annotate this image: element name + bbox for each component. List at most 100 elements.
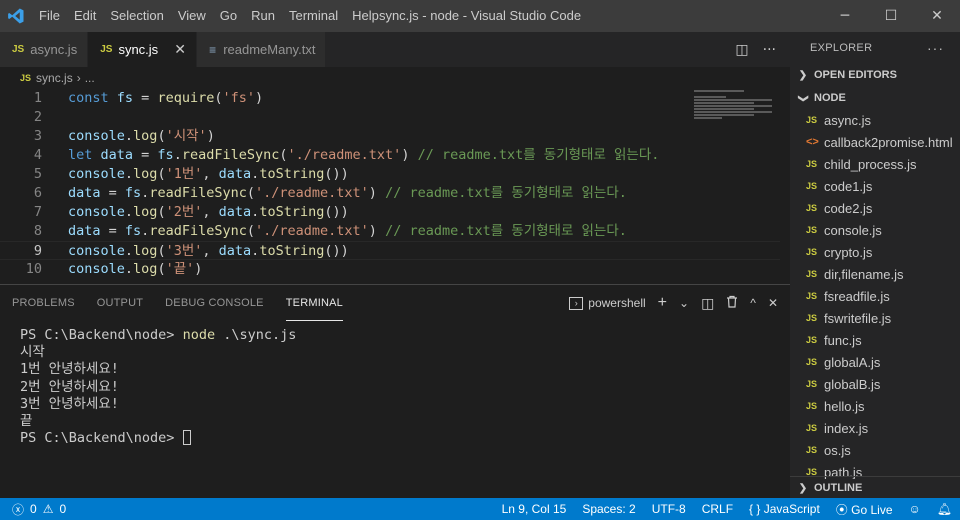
code-token: '끝' — [165, 261, 195, 277]
terminal-cursor — [182, 430, 191, 446]
file-item[interactable]: JS crypto.js — [790, 241, 960, 263]
file-item[interactable]: JS console.js — [790, 219, 960, 241]
file-item[interactable]: JS code1.js — [790, 175, 960, 197]
js-file-icon: JS — [806, 335, 818, 345]
menu-file[interactable]: File — [32, 0, 67, 32]
js-file-icon: JS — [806, 313, 818, 323]
minimap[interactable] — [694, 90, 776, 130]
file-name: func.js — [824, 332, 862, 348]
terminal-line: 2번 안녕하세요! — [20, 378, 119, 395]
code-editor[interactable]: 1 const fs = require('fs') 2 3 console.log('… — [0, 89, 790, 284]
line-number: 4 — [33, 147, 42, 163]
file-item[interactable]: JS globalA.js — [790, 351, 960, 373]
file-item[interactable]: <> callback2promise.html — [790, 131, 960, 153]
code-token: ) — [206, 128, 215, 144]
menu-run[interactable]: Run — [244, 0, 282, 32]
cursor-position[interactable]: Ln 9, Col 15 — [502, 502, 567, 516]
end-of-line[interactable]: CRLF — [702, 502, 733, 516]
code-token: = — [133, 90, 158, 106]
code-token: log — [133, 243, 158, 259]
code-line: 4 let data = fs.readFileSync('./readme.tx… — [0, 146, 780, 165]
terminal-selector[interactable]: › powershell — [569, 296, 646, 310]
js-file-icon: JS — [806, 203, 818, 213]
code-token: = — [133, 147, 158, 163]
file-item[interactable]: JS dir,filename.js — [790, 263, 960, 285]
terminal-output[interactable]: PS C:\Backend\node> node .\sync.js 시작 1번… — [20, 327, 296, 447]
menu-go[interactable]: Go — [213, 0, 244, 32]
js-file-icon: JS — [806, 269, 818, 279]
error-count: 0 — [30, 502, 37, 516]
code-token: data — [218, 166, 252, 182]
file-item[interactable]: JS fswritefile.js — [790, 307, 960, 329]
trash-icon[interactable] — [726, 295, 738, 311]
tab-async-js[interactable]: JS async.js — [0, 32, 89, 67]
file-item[interactable]: JS globalB.js — [790, 373, 960, 395]
line-number: 5 — [33, 166, 42, 182]
code-token: ()) — [324, 243, 349, 259]
line-number: 8 — [33, 223, 42, 239]
open-editors-section[interactable]: ❯ OPEN EDITORS — [790, 64, 960, 86]
bell-icon[interactable]: 🔔︎ — [937, 502, 952, 516]
tab-problems[interactable]: PROBLEMS — [12, 285, 75, 321]
menu-view[interactable]: View — [171, 0, 213, 32]
file-item[interactable]: JS child_process.js — [790, 153, 960, 175]
file-item[interactable]: JS os.js — [790, 439, 960, 461]
indentation[interactable]: Spaces: 2 — [582, 502, 635, 516]
code-token: , — [202, 243, 219, 259]
code-token: . — [124, 261, 134, 277]
feedback-icon[interactable]: ☺ — [909, 502, 921, 516]
code-token: ( — [279, 147, 288, 163]
file-item[interactable]: JS code2.js — [790, 197, 960, 219]
code-token: console — [68, 261, 125, 277]
code-token: '1번' — [165, 166, 203, 182]
line-source: data = fs.readFileSync('./readme.txt') /… — [68, 184, 627, 203]
tab-label: sync.js — [118, 42, 159, 57]
vscode-logo-icon — [0, 0, 32, 32]
chevron-down-icon[interactable]: ⌄ — [679, 296, 689, 310]
go-live-button[interactable]: ⦿ Go Live — [836, 501, 893, 518]
line-number: 1 — [33, 90, 42, 106]
add-terminal-icon[interactable]: + — [658, 294, 667, 312]
terminal-line: 1번 안녕하세요! — [20, 361, 119, 378]
tab-terminal[interactable]: TERMINAL — [285, 285, 343, 321]
close-panel-icon[interactable]: ✕ — [768, 296, 778, 310]
js-file-icon: JS — [806, 181, 818, 191]
menu-help[interactable]: Help — [345, 0, 386, 32]
file-item[interactable]: JS index.js — [790, 417, 960, 439]
split-editor-icon[interactable]: ◫ — [735, 42, 748, 58]
tab-debug-console[interactable]: DEBUG CONSOLE — [165, 285, 264, 321]
language-mode[interactable]: { } JavaScript — [749, 502, 820, 516]
problems-indicator[interactable]: ⓧ 0 ⚠ 0 — [0, 501, 66, 518]
section-label: OUTLINE — [814, 482, 863, 494]
tab-readmemany-txt[interactable]: ≡ readmeMany.txt — [197, 32, 327, 67]
code-token: ()) — [324, 166, 349, 182]
tab-output[interactable]: OUTPUT — [97, 285, 143, 321]
folder-section[interactable]: ❯ NODE — [790, 87, 960, 109]
more-actions-icon[interactable]: ··· — [927, 40, 944, 56]
outline-section[interactable]: ❯ OUTLINE — [790, 477, 960, 499]
file-item[interactable]: JS async.js — [790, 109, 960, 131]
file-item[interactable]: JS func.js — [790, 329, 960, 351]
menu-terminal[interactable]: Terminal — [282, 0, 345, 32]
maximize-panel-icon[interactable]: ^ — [750, 296, 756, 310]
breadcrumb-file[interactable]: sync.js — [36, 71, 73, 85]
encoding[interactable]: UTF-8 — [652, 502, 686, 516]
menu-selection[interactable]: Selection — [103, 0, 170, 32]
code-token: log — [133, 204, 158, 220]
menu-edit[interactable]: Edit — [67, 0, 103, 32]
minimize-button[interactable]: ─ — [822, 0, 868, 32]
file-item[interactable]: JS fsreadfile.js — [790, 285, 960, 307]
code-token: ( — [157, 261, 166, 277]
more-actions-icon[interactable]: ··· — [763, 42, 776, 58]
close-tab-icon[interactable]: ✕ — [172, 41, 188, 58]
maximize-button[interactable]: ☐ — [868, 0, 914, 32]
terminal-line: 시작 — [20, 344, 45, 361]
split-terminal-icon[interactable]: ◫ — [701, 295, 714, 312]
close-window-button[interactable]: ✕ — [914, 0, 960, 32]
file-item[interactable]: JS hello.js — [790, 395, 960, 417]
tab-sync-js[interactable]: JS sync.js ✕ — [88, 32, 198, 67]
breadcrumb-symbols[interactable]: ... — [85, 71, 95, 85]
js-file-icon: JS — [806, 291, 818, 301]
js-file-icon: JS — [100, 44, 113, 55]
code-token: // readme.txt를 동기형태로 읽는다. — [417, 147, 660, 163]
